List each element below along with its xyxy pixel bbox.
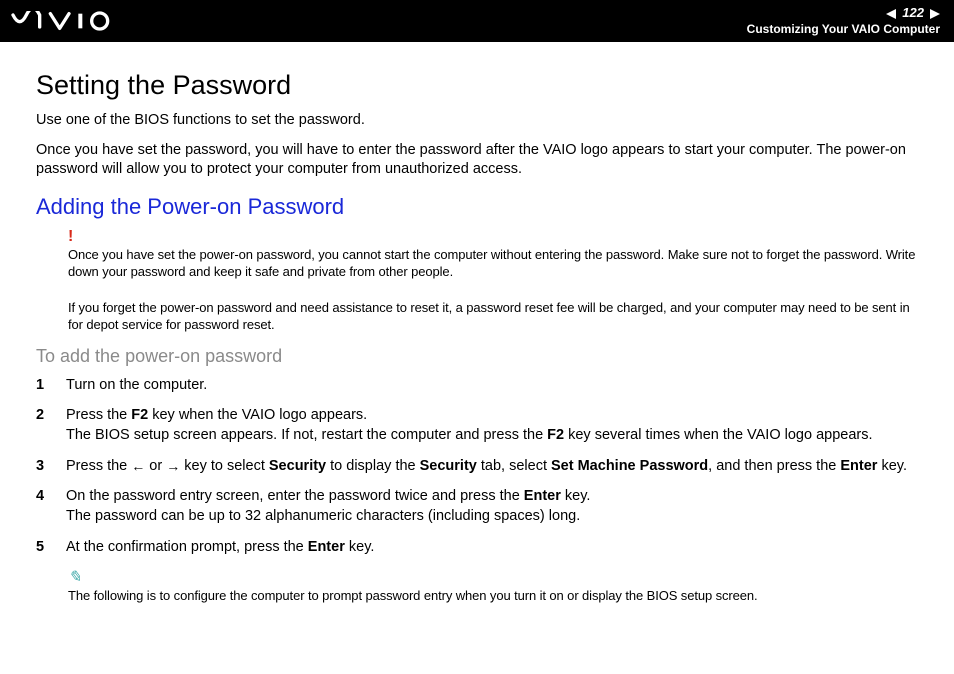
step-2: 2 Press the F2 key when the VAIO logo ap… <box>36 405 918 446</box>
vaio-logo-svg <box>10 11 120 31</box>
key-enter: Enter <box>840 458 877 474</box>
section-heading-blue: Adding the Power-on Password <box>36 194 918 220</box>
step-number: 2 <box>36 405 50 446</box>
page-nav: 122 <box>747 5 940 21</box>
step-number: 3 <box>36 456 50 476</box>
step-5: 5 At the confirmation prompt, press the … <box>36 537 918 557</box>
warning-text-1: Once you have set the power-on password,… <box>68 246 918 281</box>
vaio-logo <box>10 11 120 31</box>
key-f2: F2 <box>547 427 564 443</box>
intro-paragraph-1: Use one of the BIOS functions to set the… <box>36 111 918 131</box>
warning-block: ! Once you have set the power-on passwor… <box>68 228 918 334</box>
prev-page-icon[interactable] <box>886 9 896 19</box>
step-text: On the password entry screen, enter the … <box>66 486 918 527</box>
steps-list: 1 Turn on the computer. 2 Press the F2 k… <box>36 375 918 557</box>
header-right: 122 Customizing Your VAIO Computer <box>747 5 940 36</box>
key-f2: F2 <box>131 407 148 423</box>
step-1: 1 Turn on the computer. <box>36 375 918 395</box>
breadcrumb: Customizing Your VAIO Computer <box>747 22 940 37</box>
key-set-machine-password: Set Machine Password <box>551 458 708 474</box>
arrow-right-icon: → <box>166 459 180 473</box>
page-title: Setting the Password <box>36 70 918 101</box>
step-text: Press the F2 key when the VAIO logo appe… <box>66 405 918 446</box>
step-number: 5 <box>36 537 50 557</box>
arrow-left-icon: ← <box>131 459 145 473</box>
next-page-icon[interactable] <box>930 9 940 19</box>
page-content: Setting the Password Use one of the BIOS… <box>0 42 954 625</box>
key-enter: Enter <box>308 539 345 555</box>
warning-text-2: If you forget the power-on password and … <box>68 299 918 334</box>
key-enter: Enter <box>524 488 561 504</box>
step-number: 4 <box>36 486 50 527</box>
step-text: At the confirmation prompt, press the En… <box>66 537 918 557</box>
note-block: ✎ The following is to configure the comp… <box>68 567 918 605</box>
section-heading-grey: To add the power-on password <box>36 346 918 367</box>
step-4: 4 On the password entry screen, enter th… <box>36 486 918 527</box>
note-text: The following is to configure the comput… <box>68 587 918 605</box>
page-number: 122 <box>902 5 924 21</box>
note-icon: ✎ <box>68 567 918 587</box>
step-number: 1 <box>36 375 50 395</box>
warning-icon: ! <box>68 228 918 246</box>
step-text: Turn on the computer. <box>66 375 918 395</box>
key-security: Security <box>420 458 477 474</box>
header-bar: 122 Customizing Your VAIO Computer <box>0 0 954 42</box>
key-security: Security <box>269 458 326 474</box>
intro-paragraph-2: Once you have set the password, you will… <box>36 141 918 180</box>
step-3: 3 Press the ← or → key to select Securit… <box>36 456 918 476</box>
step-text: Press the ← or → key to select Security … <box>66 456 918 476</box>
